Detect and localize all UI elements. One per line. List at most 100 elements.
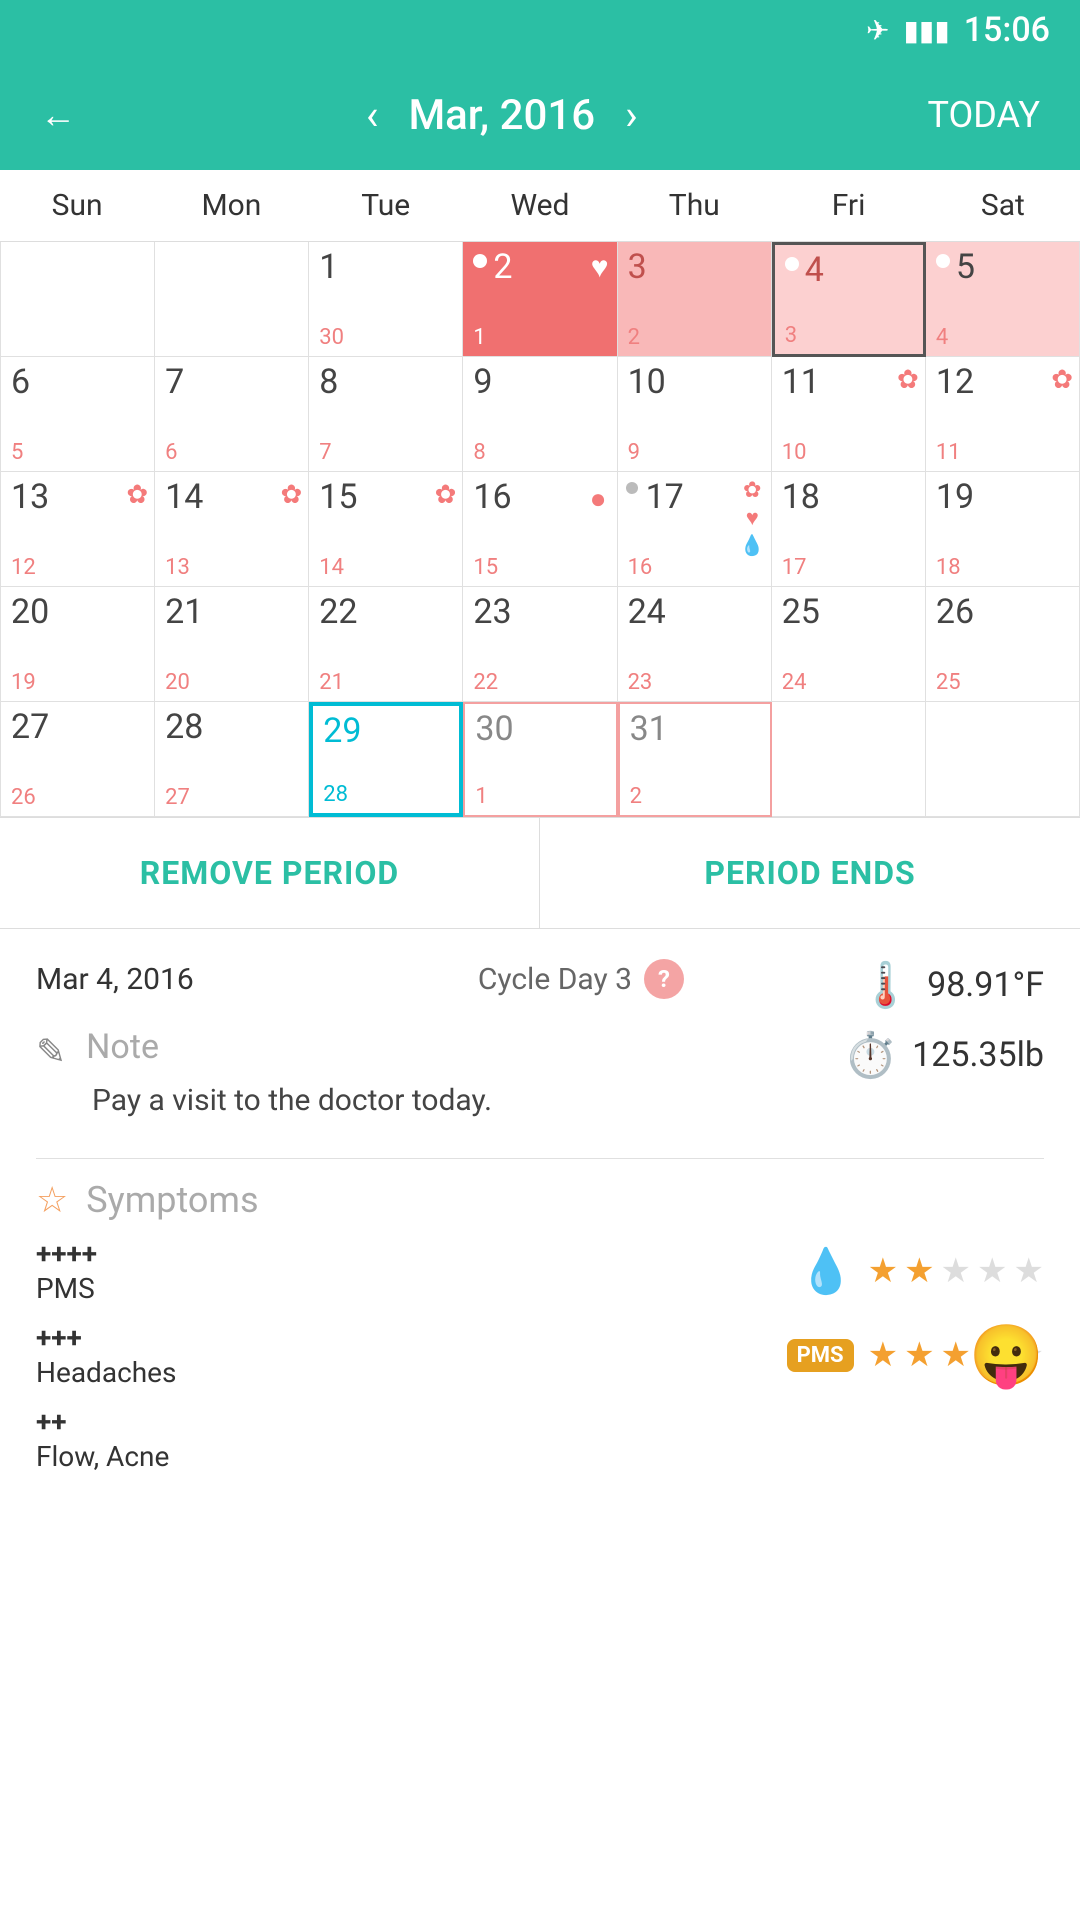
calendar-cell [772,702,926,817]
period-ends-button[interactable]: PERIOD ENDS [540,818,1080,928]
date-number: 14 [165,477,203,517]
symptom-left-acne: ++ Flow, Acne [36,1405,169,1473]
week-number: 2 [628,325,640,350]
calendar-cell-mar4[interactable]: 4 3 [772,242,926,357]
calendar-cell-mar24[interactable]: 24 23 [618,587,772,702]
calendar-cell-mar23[interactable]: 23 22 [463,587,617,702]
week-number: 13 [165,555,190,580]
day-header-sun: Sun [0,170,154,241]
period-dot-icon [473,254,487,268]
calendar-cell-mar21[interactable]: 21 20 [155,587,309,702]
flower-icon: ✿ [280,480,302,510]
week-number: 28 [323,782,348,807]
calendar-cell-mar17[interactable]: 17 ✿ ♥ 💧 16 [618,472,772,587]
week-number: 11 [936,440,961,465]
thermometer-icon: 🌡️ [858,959,913,1011]
calendar-cell-mar9[interactable]: 9 8 [463,357,617,472]
emoji-face-icon: 😛 [969,1320,1044,1391]
date-number: 9 [473,362,492,402]
calendar-cell-mar2[interactable]: 2 ♥ 1 [463,242,617,357]
date-number: 27 [11,707,49,747]
flower-icon: ✿ [743,478,761,503]
date-number: 23 [473,592,511,632]
calendar-cell-mar10[interactable]: 10 9 [618,357,772,472]
back-button[interactable]: ← [40,94,76,136]
dot-icon [626,482,638,494]
calendar-cell-mar22[interactable]: 22 21 [309,587,463,702]
symptom-name-headaches: Headaches [36,1356,176,1389]
symptoms-header: ☆ Symptoms [36,1179,1044,1221]
star-filled: ★ [941,1335,971,1375]
calendar-cell-mar3[interactable]: 3 2 [618,242,772,357]
date-number: 17 [646,477,684,517]
calendar-cell[interactable] [1,242,155,357]
airplane-icon: ✈ [866,14,889,47]
calendar-cell-mar27[interactable]: 27 26 [1,702,155,817]
today-button[interactable]: TODAY [928,94,1040,136]
cycle-day-badge: Cycle Day 3 ? [478,959,684,999]
calendar-cell-mar25[interactable]: 25 24 [772,587,926,702]
status-time: 15:06 [964,10,1050,50]
week-number: 24 [782,670,807,695]
calendar-cell-mar11[interactable]: 11 ✿ 10 [772,357,926,472]
prev-month-button[interactable]: ‹ [366,91,379,140]
star-empty: ★ [941,1251,971,1291]
date-number: 28 [165,707,203,747]
calendar-cell-mar6[interactable]: 6 5 [1,357,155,472]
detail-meta: Mar 4, 2016 Cycle Day 3 ? [36,959,684,999]
flower-icon: ✿ [435,480,457,510]
star-empty: ★ [1014,1251,1044,1291]
app-header: ← ‹ Mar, 2016 › TODAY [0,60,1080,170]
symptom-left-pms: ++++ PMS [36,1237,97,1305]
calendar-cell[interactable] [155,242,309,357]
calendar-cell-mar8[interactable]: 8 7 [309,357,463,472]
flower-icon: ✿ [126,480,148,510]
date-number: 31 [630,709,668,749]
week-number: 12 [11,555,36,580]
remove-period-button[interactable]: REMOVE PERIOD [0,818,540,928]
calendar-grid: 1 30 2 ♥ 1 3 2 4 3 5 4 6 5 [0,242,1080,817]
week-number: 14 [319,555,344,580]
symptoms-section: ☆ Symptoms ++++ PMS 💧 ★ ★ ★ ★ ★ [36,1179,1044,1473]
star-filled: ★ [868,1335,898,1375]
calendar-cell-mar19[interactable]: 19 18 [926,472,1080,587]
calendar-cell-mar1[interactable]: 1 30 [309,242,463,357]
calendar-cell-mar15[interactable]: 15 ✿ 14 [309,472,463,587]
divider [36,1158,1044,1159]
week-number: 4 [936,325,948,350]
week-number: 2 [630,784,642,809]
calendar-cell-mar18[interactable]: 18 17 [772,472,926,587]
week-number: 20 [165,670,190,695]
calendar-cell-mar29[interactable]: 29 28 [309,702,463,817]
star-icon: ☆ [36,1179,68,1221]
detail-left-col: Mar 4, 2016 Cycle Day 3 ? ✎ Note Pay a v… [36,959,684,1138]
calendar-cell-mar26[interactable]: 26 25 [926,587,1080,702]
cycle-day-label: Cycle Day 3 [478,962,632,997]
next-month-button[interactable]: › [625,91,638,140]
drop-icon: ● [590,482,607,515]
symptom-row-pms: ++++ PMS 💧 ★ ★ ★ ★ ★ [36,1237,1044,1305]
star-empty: ★ [977,1251,1007,1291]
weight-stat: ⏱️ 125.35lb [843,1029,1044,1081]
cycle-day-help-button[interactable]: ? [644,959,684,999]
calendar-cell-mar7[interactable]: 7 6 [155,357,309,472]
star-filled: ★ [868,1251,898,1291]
calendar-cell-mar13[interactable]: 13 ✿ 12 [1,472,155,587]
calendar-cell-mar14[interactable]: 14 ✿ 13 [155,472,309,587]
week-number: 25 [936,670,961,695]
calendar-cell-mar5[interactable]: 5 4 [926,242,1080,357]
day-header-fri: Fri [771,170,925,241]
detail-header-row: Mar 4, 2016 Cycle Day 3 ? ✎ Note Pay a v… [36,959,1044,1138]
week-number: 7 [319,440,331,465]
symptom-name-acne: Flow, Acne [36,1440,169,1473]
calendar-cell-mar12[interactable]: 12 ✿ 11 [926,357,1080,472]
date-number: 22 [319,592,357,632]
day-header-mon: Mon [154,170,308,241]
calendar-cell-mar20[interactable]: 20 19 [1,587,155,702]
calendar-cell-mar30[interactable]: 30 1 [463,702,617,817]
calendar-cell-mar16[interactable]: 16 ● 15 [463,472,617,587]
status-icons: ✈ ▮▮▮ 15:06 [866,10,1050,50]
calendar-cell-mar28[interactable]: 28 27 [155,702,309,817]
calendar-cell-mar31[interactable]: 31 2 [618,702,772,817]
week-number: 27 [165,785,190,810]
